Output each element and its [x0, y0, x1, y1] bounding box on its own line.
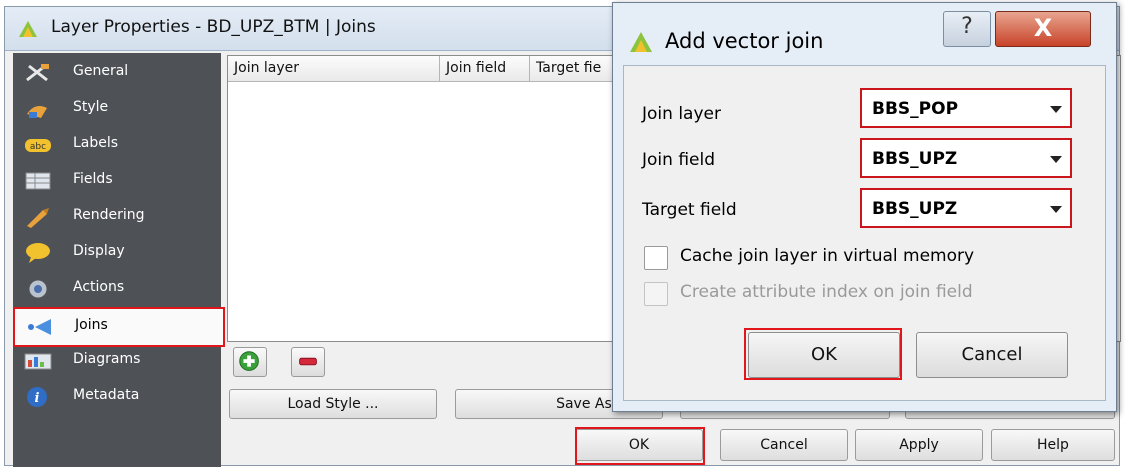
column-header-join-field[interactable]: Join field	[440, 56, 530, 82]
close-icon: X	[1033, 14, 1053, 42]
svg-text:i: i	[35, 391, 40, 406]
chevron-down-icon	[1050, 156, 1062, 163]
create-attribute-index-label: Create attribute index on join field	[680, 282, 973, 302]
svg-text:abc: abc	[30, 142, 46, 152]
sidebar-item-label: General	[73, 63, 129, 79]
sidebar-item-label: Joins	[75, 317, 108, 333]
sidebar-item-actions[interactable]: Actions	[13, 271, 221, 307]
sidebar-item-joins[interactable]: Joins	[13, 307, 225, 347]
dialog-close-button[interactable]: X	[995, 11, 1091, 47]
create-attribute-index-checkbox[interactable]	[644, 282, 668, 306]
sidebar-item-label: Fields	[73, 171, 113, 187]
column-header-join-layer[interactable]: Join layer	[228, 56, 440, 82]
fields-icon	[25, 172, 51, 190]
plus-icon	[239, 351, 259, 371]
chevron-down-icon	[1050, 106, 1062, 113]
sidebar-item-label: Actions	[73, 279, 125, 295]
chevron-down-icon	[1050, 206, 1062, 213]
cache-join-layer-checkbox[interactable]	[644, 246, 668, 270]
sidebar-item-style[interactable]: Style	[13, 91, 221, 127]
general-icon	[26, 64, 49, 82]
sidebar-item-diagrams[interactable]: Diagrams	[13, 343, 221, 379]
help-icon: ?	[961, 14, 973, 39]
help-button[interactable]: Help	[991, 429, 1115, 461]
join-field-combo[interactable]: BBS_UPZ	[860, 138, 1072, 178]
dialog-help-button[interactable]: ?	[943, 11, 991, 47]
add-vector-join-dialog: Add vector join ? X Join layer BBS_POP J…	[612, 2, 1117, 412]
joins-icon	[28, 319, 51, 335]
dialog-title: Add vector join	[665, 29, 824, 53]
sidebar-item-label: Labels	[73, 135, 119, 151]
minus-icon	[299, 357, 317, 366]
target-field-label: Target field	[642, 200, 737, 220]
cache-join-layer-label: Cache join layer in virtual memory	[680, 246, 975, 266]
ok-highlight-box	[575, 427, 705, 465]
sidebar-item-label: Display	[73, 243, 125, 259]
join-layer-value: BBS_POP	[872, 99, 959, 119]
sidebar-item-general[interactable]: General	[13, 55, 221, 91]
window-title: Layer Properties - BD_UPZ_BTM | Joins	[51, 17, 376, 37]
rendering-icon	[27, 208, 49, 228]
sidebar: General Style abc Labels Fields Renderin…	[13, 53, 225, 467]
sidebar-item-label: Rendering	[73, 207, 145, 223]
sidebar-item-label: Style	[73, 99, 109, 115]
sidebar-item-label: Metadata	[73, 387, 140, 403]
actions-icon	[28, 279, 48, 299]
qgis-logo-icon	[19, 21, 37, 37]
join-field-value: BBS_UPZ	[872, 149, 958, 169]
dialog-cancel-button[interactable]: Cancel	[916, 332, 1068, 378]
sidebar-item-label: Diagrams	[73, 351, 141, 367]
target-field-value: BBS_UPZ	[872, 199, 958, 219]
remove-join-button[interactable]	[291, 347, 325, 377]
sidebar-item-display[interactable]: Display	[13, 235, 221, 271]
style-icon	[27, 106, 47, 118]
labels-icon: abc	[25, 139, 51, 152]
join-field-label: Join field	[642, 150, 715, 170]
sidebar-item-metadata[interactable]: i Metadata	[13, 379, 221, 415]
sidebar-item-fields[interactable]: Fields	[13, 163, 221, 199]
cancel-button[interactable]: Cancel	[720, 429, 848, 461]
add-join-button[interactable]	[233, 347, 267, 377]
dialog-ok-highlight-box	[744, 328, 902, 380]
load-style-button[interactable]: Load Style ...	[229, 389, 437, 419]
diagrams-icon	[24, 353, 52, 370]
sidebar-item-labels[interactable]: abc Labels	[13, 127, 221, 163]
target-field-combo[interactable]: BBS_UPZ	[860, 188, 1072, 228]
dialog-body: Join layer BBS_POP Join field BBS_UPZ Ta…	[623, 65, 1106, 401]
apply-button[interactable]: Apply	[855, 429, 983, 461]
join-layer-combo[interactable]: BBS_POP	[860, 88, 1072, 128]
metadata-icon: i	[27, 387, 47, 407]
sidebar-item-rendering[interactable]: Rendering	[13, 199, 221, 235]
qgis-logo-icon	[630, 32, 652, 52]
display-icon	[26, 243, 50, 263]
join-layer-label: Join layer	[642, 104, 721, 124]
